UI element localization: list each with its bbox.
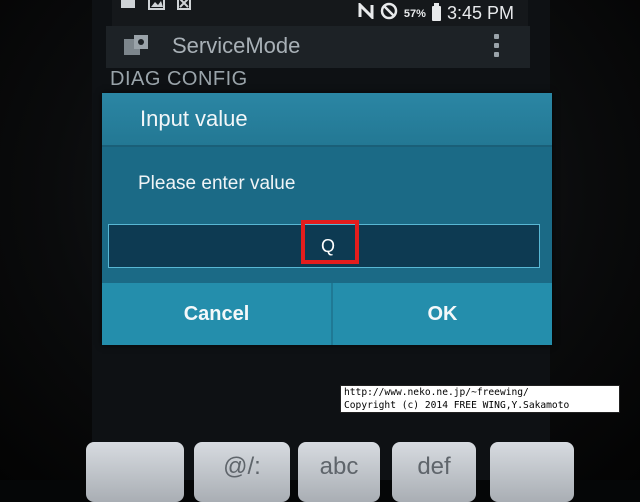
battery-icon: [431, 3, 441, 21]
cancel-button[interactable]: Cancel: [102, 283, 331, 345]
key-def[interactable]: def: [392, 442, 476, 502]
ok-button[interactable]: OK: [333, 283, 552, 345]
battery-percent: 57%: [403, 7, 426, 20]
overflow-menu-icon[interactable]: [494, 34, 500, 57]
notification-icon: [120, 0, 138, 10]
section-label: DIAG CONFIG: [110, 68, 248, 90]
button-row: Cancel OK: [102, 283, 552, 345]
mute-icon: [380, 2, 398, 25]
watermark-url: http://www.neko.ne.jp/~freewing/: [344, 387, 529, 398]
app-icon: [122, 33, 152, 59]
status-bar: 57% 3:45 PM: [112, 0, 528, 26]
dialog-message: Please enter value: [138, 173, 296, 194]
no-sim-icon: [176, 0, 194, 10]
key-abc[interactable]: abc: [298, 442, 380, 502]
key-symbols[interactable]: @/:: [194, 442, 290, 502]
clock: 3:45 PM: [446, 3, 514, 23]
app-title: ServiceMode: [172, 33, 301, 58]
key-backspace[interactable]: [490, 442, 574, 502]
copyright-watermark: http://www.neko.ne.jp/~freewing/ Copyrig…: [340, 385, 620, 413]
key[interactable]: [86, 442, 184, 502]
highlight-box: [301, 220, 359, 264]
keyboard: @/: abc def: [80, 412, 580, 502]
watermark-copyright: Copyright (c) 2014 FREE WING,Y.Sakamoto: [344, 399, 570, 411]
dialog-title: Input value: [140, 106, 248, 131]
dialog-title-bar: Input value: [102, 93, 552, 145]
input-dialog: Input value Please enter value Cancel OK: [102, 93, 552, 345]
image-icon: [148, 0, 166, 10]
action-bar: ServiceMode: [106, 26, 530, 68]
divider: [102, 145, 552, 147]
nfc-icon: [358, 1, 374, 24]
